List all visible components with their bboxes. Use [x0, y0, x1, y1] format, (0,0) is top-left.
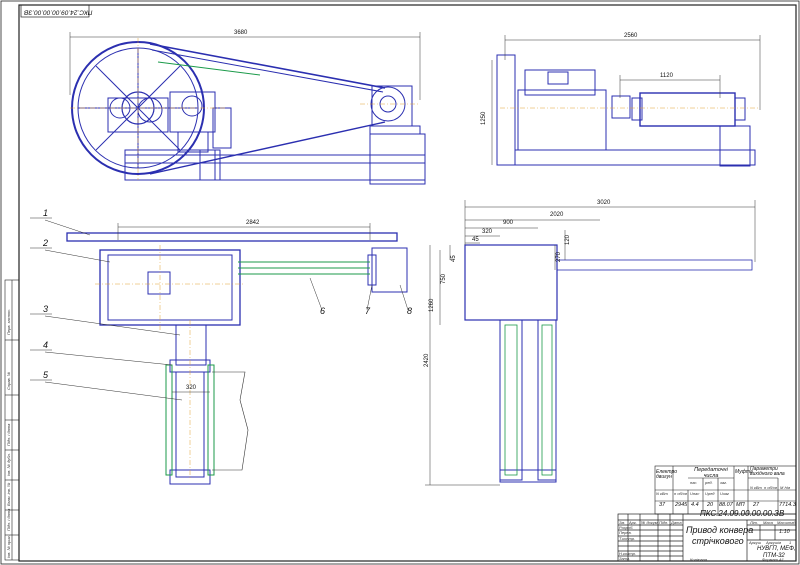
tb-col-2: № докум. [641, 520, 659, 525]
dim-top-length: 3680 [234, 30, 248, 36]
spec-sub-m: М Нм [780, 485, 791, 490]
spec-sub-n-unit: n об/хв [674, 491, 688, 496]
spec-sub-u3: Uзаг [720, 491, 729, 496]
dim-side-height: 1250 [481, 111, 487, 125]
callout-3: 3 [43, 304, 49, 314]
spec-h-ratio: Передаточні числа [694, 467, 728, 479]
side-stamp-6: Інв. № ориг. [6, 535, 11, 558]
spec-h-shaft: Параметри вихідного вала [750, 466, 785, 477]
side-stamp-0: Перв. застос. [6, 308, 11, 335]
plan-view [66, 232, 408, 485]
dim-plan-length: 2842 [246, 220, 260, 226]
dim-right-d1: 2020 [550, 212, 564, 218]
dim-right-d3: 320 [482, 229, 493, 235]
callout-8: 8 [407, 306, 413, 316]
side-stamp-2: Підп. і дата [6, 423, 11, 446]
side-view [496, 54, 756, 167]
outer-frame [0, 0, 800, 565]
tb-sheets-label: Аркушів [766, 540, 782, 545]
tb-org-line1: НУВГП, МЕФ, [757, 546, 796, 552]
spec-v-u3: 88.07 [719, 502, 733, 508]
callout-1: 1 [43, 208, 49, 218]
spec-v-u2: 20 [707, 502, 714, 508]
tb-col-3: Підп. [659, 520, 669, 525]
tb-copied: Копіював [690, 557, 707, 562]
front-dim-3680 [69, 32, 421, 100]
spec-sub-u2: Uред [705, 491, 715, 496]
code-stamp-text: ПКС.24.09.00.00.00.ЗВ [24, 8, 93, 16]
spec-sub-pas: пас. [690, 480, 698, 485]
spec-sub-nvy-unit: n об/хв [764, 485, 778, 490]
dim-right-d2: 900 [503, 220, 514, 226]
dim-right-d5: 120 [565, 234, 571, 245]
tb-designation: ПКС.24.09.00.00.00.ЗВ [700, 509, 785, 518]
tb-name-line1: Привод конвера [686, 525, 754, 535]
side-stamp-3: Інв. № дубл. [6, 453, 11, 476]
tb-lit: Літ. [750, 520, 759, 525]
dim-right-v3: 270 [556, 251, 562, 262]
spec-v-coupling: МП [736, 502, 745, 508]
spec-sub-u1: Uпас [690, 491, 700, 496]
dim-right-total: 3020 [597, 200, 611, 206]
plan-belts [238, 261, 370, 275]
tb-format: Формат А1 [762, 557, 784, 562]
tb-mass: Маса [763, 520, 773, 525]
callout-4: 4 [43, 340, 49, 350]
spec-v-n-out: 27 [753, 502, 760, 508]
spec-v-m: 7714.3 [779, 502, 796, 508]
plan-section-cut [212, 371, 249, 471]
spec-h-coupling: Муфта [735, 469, 753, 475]
side-stamp-4: Взам. інв. № [6, 482, 11, 506]
dim-right-d4: 45 [472, 237, 479, 243]
callout-7: 7 [365, 306, 371, 316]
dim-drum-width: 320 [186, 385, 197, 391]
tb-scale: 1:10 [779, 529, 790, 535]
tb-col-4: Дата [671, 520, 682, 525]
tb-sheets-count: 1 [789, 540, 792, 545]
dim-right-v1: 45 [451, 255, 457, 262]
callout-6: 6 [320, 306, 326, 316]
side-stamp-5: Підп. і дата [6, 508, 11, 531]
drawing-sheet [0, 0, 800, 565]
side-stamp-1: Справ. № [6, 371, 11, 390]
front-view [71, 41, 426, 185]
tb-name-line2: стрічкового [692, 536, 744, 546]
right-view-frame [504, 324, 553, 476]
spec-v-u1: 4.4 [691, 502, 699, 508]
right-view [464, 244, 753, 483]
dim-right-v4: 1260 [429, 298, 435, 312]
tb-row-2: Т.контр. [619, 536, 636, 541]
plan-dims [117, 223, 371, 393]
spec-v-n: 37 [659, 502, 666, 508]
dim-drum-length: 1120 [660, 73, 673, 79]
tb-row-1: Перев. [619, 530, 632, 535]
callout-5: 5 [43, 370, 49, 380]
spec-sub-nvy: N кВт [750, 485, 762, 490]
spec-sub-n: N кВт [656, 491, 668, 496]
spec-v-rpm: 2945 [675, 502, 688, 508]
spec-sub-zag: заг. [720, 480, 728, 485]
spec-h-motor: Електро двигун [656, 469, 678, 480]
dim-side-width: 2560 [624, 33, 638, 39]
tb-sheet-label: Аркуш [749, 540, 762, 545]
dim-right-v2: 750 [441, 273, 447, 284]
tb-scale-label: Масштаб [777, 520, 796, 525]
spec-sub-red: ред. [705, 480, 713, 485]
callout-leaders [30, 217, 409, 401]
callout-2: 2 [43, 238, 49, 248]
dim-right-v5: 2420 [424, 353, 430, 367]
tb-row-5: Затв. [619, 556, 631, 561]
